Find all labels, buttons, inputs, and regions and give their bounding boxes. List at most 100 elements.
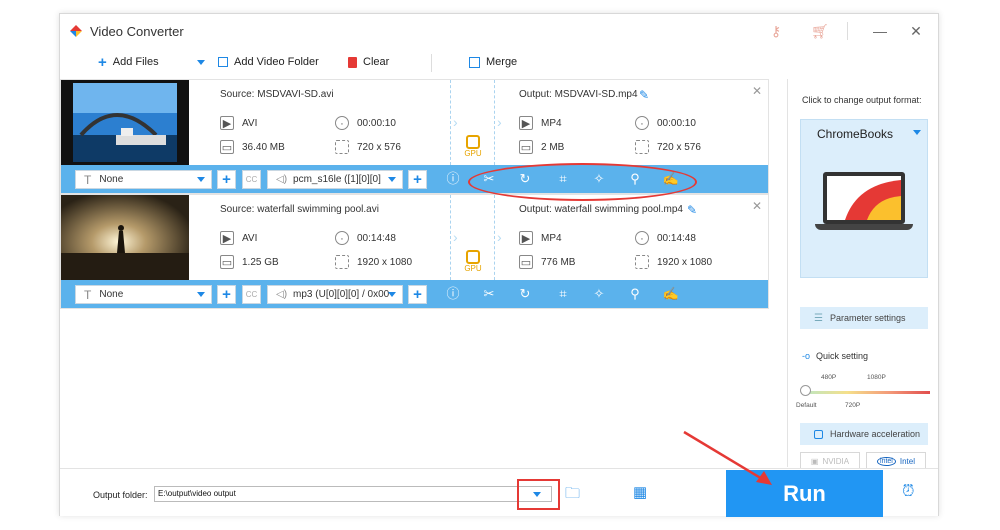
clock-icon: · [635, 231, 649, 245]
hardware-acceleration-button[interactable]: Hardware acceleration [800, 423, 928, 445]
file-size-icon: ▭ [220, 140, 234, 154]
video-format-icon: ▶ [220, 116, 234, 130]
folder-plus-icon [218, 57, 228, 67]
video-format-icon: ▶ [519, 116, 533, 130]
file-size-icon: ▭ [519, 140, 533, 154]
chevron-down-icon [388, 292, 396, 297]
edit-output-name-icon[interactable]: ✎ [687, 203, 697, 217]
tick-1080p: 1080P [867, 374, 886, 381]
output-filename: Output: MSDVAVI-SD.mp4 [519, 89, 638, 100]
cc-icon[interactable]: CC [242, 285, 261, 304]
add-audio-button[interactable]: + [408, 170, 427, 189]
quality-slider-track[interactable] [806, 391, 930, 394]
source-duration: 00:14:48 [357, 232, 396, 244]
resolution-icon [635, 140, 649, 154]
output-size: 776 MB [541, 256, 576, 268]
source-resolution: 720 x 576 [357, 141, 401, 153]
info-icon[interactable]: ⓘ [444, 170, 462, 188]
chevron-right-icon: › [453, 114, 458, 130]
format-selector[interactable]: ChromeBooks [800, 119, 928, 278]
info-icon[interactable]: ⓘ [444, 285, 462, 303]
chevron-down-icon [388, 177, 396, 182]
add-subtitle-button[interactable]: + [217, 285, 236, 304]
text-icon: T [84, 287, 92, 302]
clock-icon: · [635, 116, 649, 130]
video-thumbnail[interactable] [61, 195, 189, 280]
app-window: Video Converter ⚷ 🛒︎ — ✕ + Add Files Add… [59, 13, 939, 517]
cart-icon[interactable]: 🛒︎ [810, 21, 830, 41]
divider [494, 195, 495, 280]
gpu-label: GPU [464, 149, 482, 158]
resolution-icon [335, 255, 349, 269]
output-format: MP4 [541, 232, 562, 244]
source-filename: Source: MSDVAVI-SD.avi [220, 89, 334, 100]
clear-button[interactable]: Clear [348, 56, 389, 68]
source-format: AVI [242, 232, 258, 244]
key-icon[interactable]: ⚷ [766, 21, 786, 41]
minimize-button[interactable]: — [870, 21, 890, 41]
parameter-settings-button[interactable]: ☰ Parameter settings [800, 307, 928, 329]
merge-button[interactable]: Merge [469, 56, 517, 68]
output-size: 2 MB [541, 141, 565, 153]
add-files-dropdown[interactable] [197, 60, 205, 65]
output-folder-label: Output folder: [93, 490, 148, 500]
subtitle-select[interactable]: T None [75, 170, 212, 189]
add-subtitle-button[interactable]: + [217, 170, 236, 189]
crop-icon[interactable]: ⌗ [554, 285, 572, 303]
tick-720p: 720P [845, 402, 861, 409]
intel-logo-icon: intel [877, 457, 896, 466]
gpu-indicator: GPU [462, 250, 484, 276]
chip-icon [814, 429, 823, 439]
audio-track-select[interactable]: ◁) mp3 (U[0][0][0] / 0x00 [267, 285, 403, 304]
cc-icon[interactable]: CC [242, 170, 261, 189]
source-resolution: 1920 x 1080 [357, 256, 413, 268]
video-format-icon: ▶ [220, 231, 234, 245]
video-thumbnail[interactable] [61, 80, 189, 165]
app-logo-icon [70, 25, 82, 37]
text-icon: T [84, 172, 92, 187]
gpu-label: GPU [464, 264, 482, 273]
open-folder-icon[interactable]: 🗀︎ [565, 483, 580, 508]
chevron-down-icon [197, 177, 205, 182]
quick-setting: -o Quick setting [802, 351, 869, 361]
app-title: Video Converter [90, 24, 184, 39]
video-folder-icon[interactable]: ▦ [633, 483, 647, 501]
output-folder-input[interactable]: E:\output\video output [154, 486, 552, 502]
alarm-clock-icon[interactable]: ⏰︎ [902, 483, 914, 501]
subtitle-edit-icon[interactable]: ✍ [662, 285, 680, 303]
audio-track-select[interactable]: ◁) pcm_s16le ([1][0][0] [267, 170, 403, 189]
close-window-button[interactable]: ✕ [906, 21, 926, 41]
merge-icon [469, 56, 480, 68]
cut-icon[interactable]: ✂ [480, 285, 498, 303]
remove-item-button[interactable]: ✕ [752, 84, 762, 98]
laptop-base [815, 224, 913, 230]
output-duration: 00:00:10 [657, 117, 696, 129]
chevron-down-icon [197, 292, 205, 297]
output-format-panel: Click to change output format: ChromeBoo… [787, 79, 937, 471]
add-files-button[interactable]: + Add Files [98, 55, 159, 70]
run-button[interactable]: Run [726, 470, 883, 517]
quick-setting-icon: -o [802, 351, 811, 361]
source-size: 1.25 GB [242, 256, 279, 268]
output-format: MP4 [541, 117, 562, 129]
toolbar: + Add Files Add Video Folder Clear Merge [60, 50, 938, 78]
annotation-oval [468, 163, 697, 201]
laptop-screen [827, 176, 901, 220]
edit-output-name-icon[interactable]: ✎ [639, 88, 649, 102]
rotate-icon[interactable]: ↻ [516, 285, 534, 303]
gpu-chip-icon [466, 250, 480, 264]
add-video-folder-button[interactable]: Add Video Folder [218, 56, 319, 68]
chevron-right-icon: › [453, 229, 458, 245]
video-format-icon: ▶ [519, 231, 533, 245]
tick-480p: 480P [821, 374, 837, 381]
remove-item-button[interactable]: ✕ [752, 199, 762, 213]
divider [450, 195, 451, 280]
subtitle-select[interactable]: T None [75, 285, 212, 304]
title-bar: Video Converter ⚷ 🛒︎ — ✕ [60, 14, 938, 48]
watermark-icon[interactable]: ⚲ [626, 285, 644, 303]
list-item[interactable]: Source: waterfall swimming pool.avi ▶ AVI… [60, 194, 769, 309]
file-size-icon: ▭ [220, 255, 234, 269]
quality-slider-handle[interactable] [800, 385, 811, 396]
add-audio-button[interactable]: + [408, 285, 427, 304]
effects-icon[interactable]: ✧ [590, 285, 608, 303]
